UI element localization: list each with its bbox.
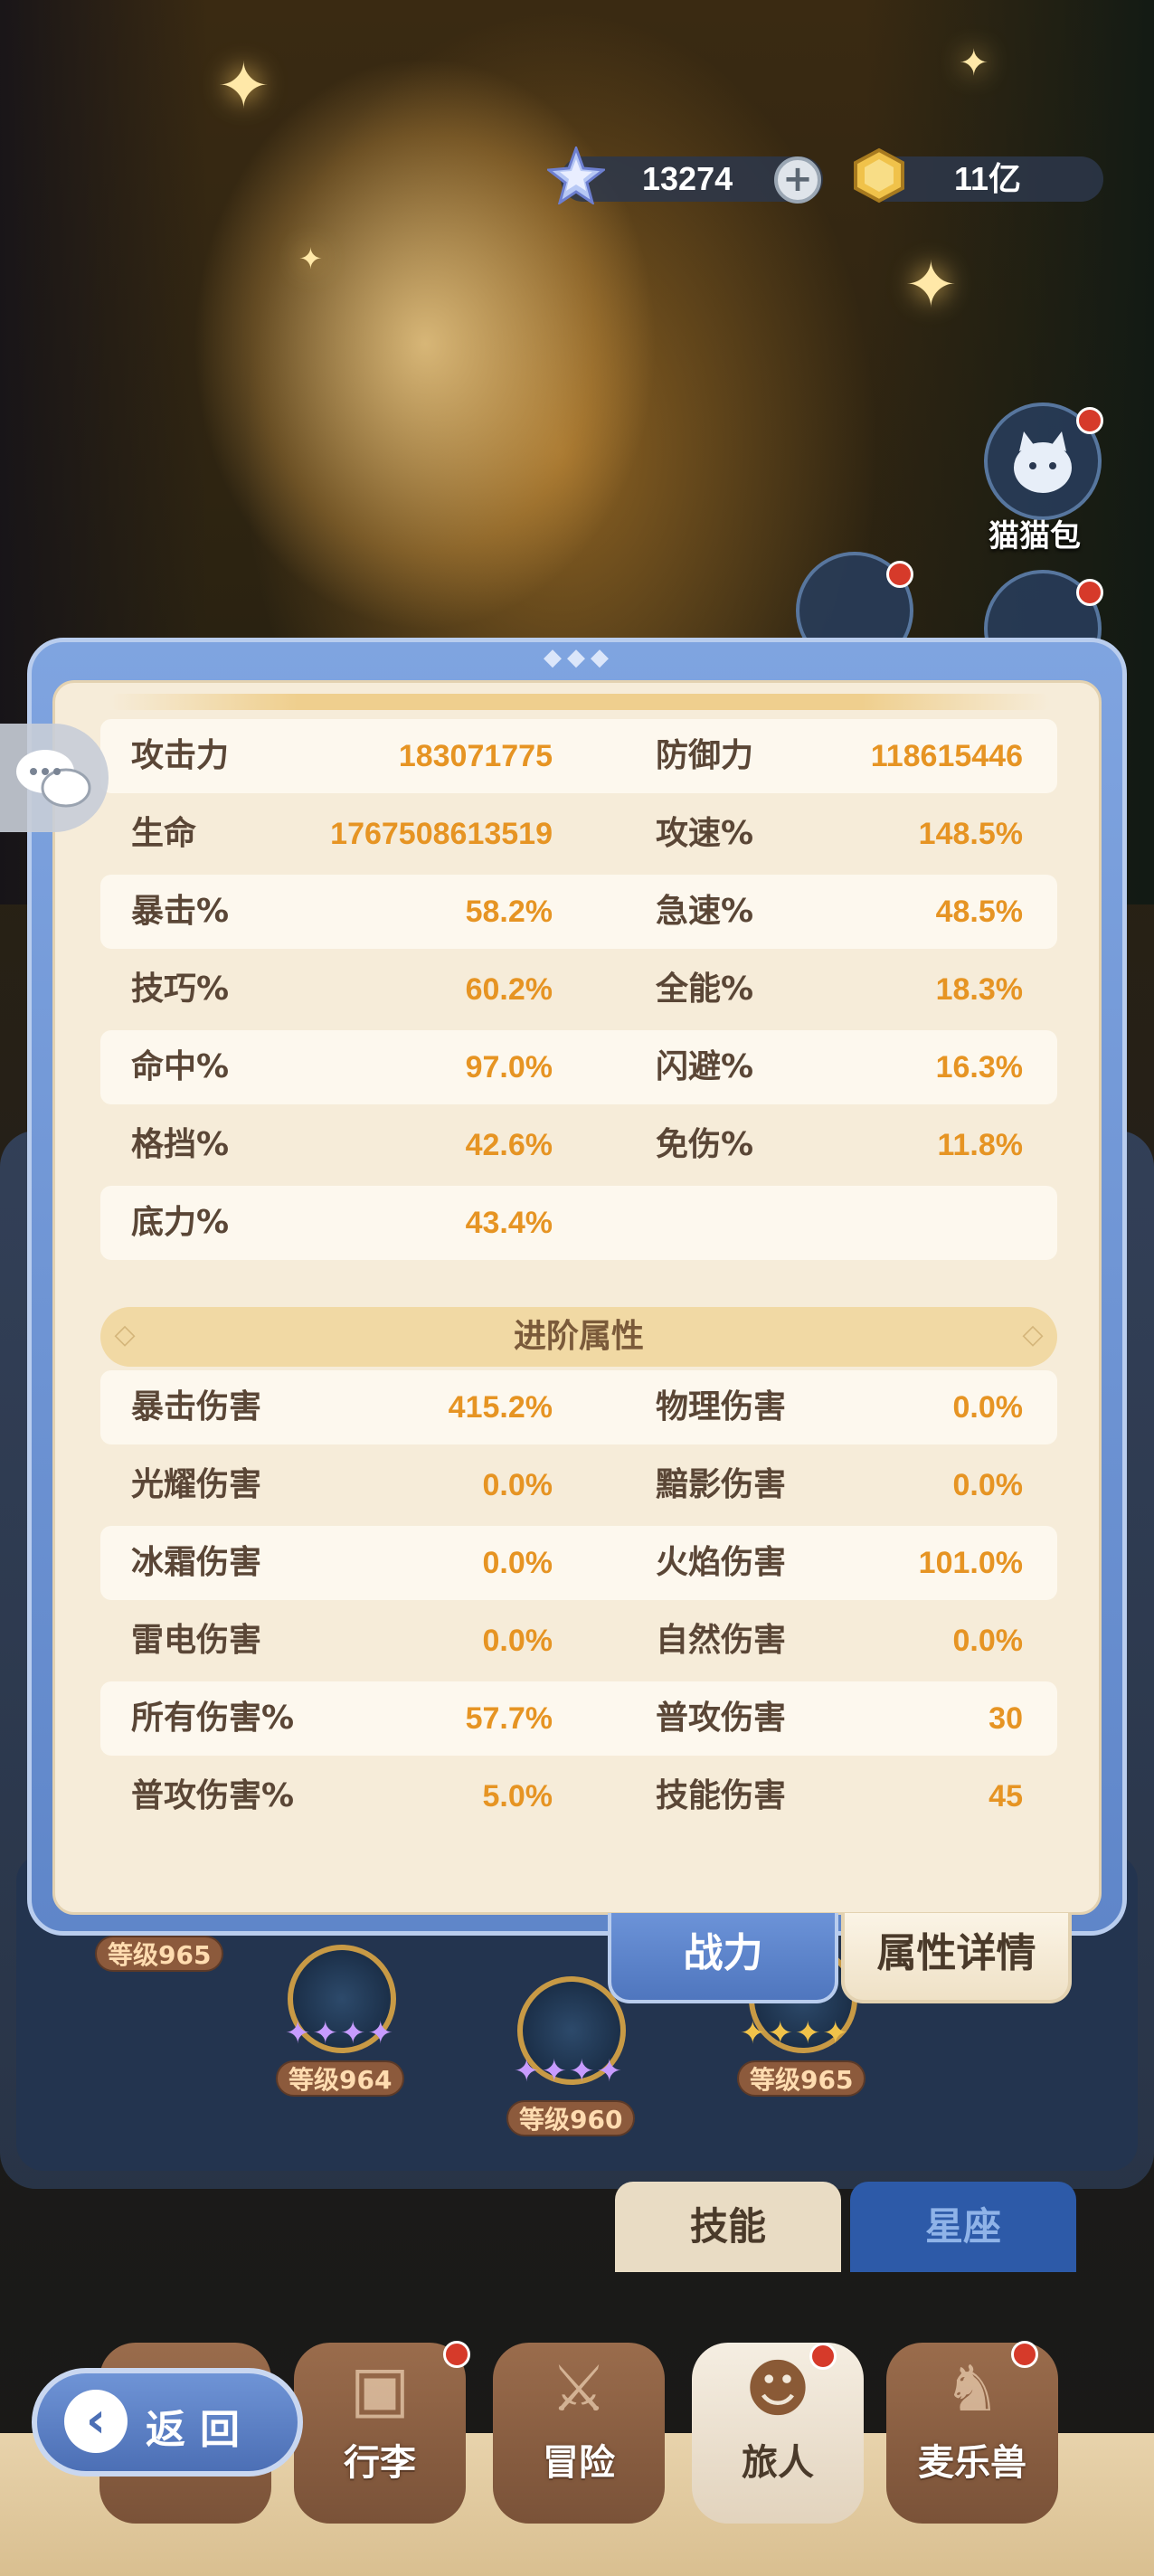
attribute-value: 60.2% bbox=[465, 972, 553, 1007]
attribute-name: 雷电伤害 bbox=[131, 1622, 262, 1659]
tab-constellation[interactable]: 星座 bbox=[850, 2182, 1076, 2272]
swords-icon: ⚔ bbox=[550, 2352, 608, 2426]
attribute-value: 1767508613519 bbox=[330, 817, 553, 851]
add-gems-button[interactable]: + bbox=[774, 156, 821, 204]
attribute-row: 命中% 97.0% 闪避% 16.3% bbox=[100, 1030, 1057, 1104]
attribute-value: 58.2% bbox=[465, 895, 553, 929]
advanced-section-title: 进阶属性 bbox=[513, 1318, 644, 1355]
attribute-value: 57.7% bbox=[465, 1701, 553, 1736]
rank-stars: ✦✦✦✦ bbox=[285, 2015, 395, 2051]
attribute-row: 底力% 43.4% bbox=[100, 1186, 1057, 1260]
sparkle-decoration: ✦ bbox=[904, 248, 958, 322]
sparkle-decoration: ✦ bbox=[217, 49, 270, 123]
attribute-row: 攻击力 183071775 防御力 118615446 bbox=[100, 719, 1057, 793]
rank-stars: ✦✦✦✦ bbox=[740, 2015, 850, 2051]
level-badge: 等级960 bbox=[506, 2100, 636, 2136]
attribute-value: 42.6% bbox=[465, 1128, 553, 1162]
attribute-value: 148.5% bbox=[918, 817, 1023, 851]
attribute-name: 生命 bbox=[131, 815, 197, 852]
attribute-row: 暴击% 58.2% 急速% 48.5% bbox=[100, 875, 1057, 949]
attribute-value: 0.0% bbox=[952, 1390, 1024, 1425]
attribute-list[interactable]: 攻击力 183071775 防御力 118615446 生命 1767508613519 攻… bbox=[52, 680, 1102, 1915]
sparkle-decoration: ✦ bbox=[959, 43, 989, 84]
attribute-row: 格挡% 42.6% 免伤% 11.8% bbox=[100, 1108, 1057, 1182]
traveler-icon: ☻ bbox=[744, 2352, 811, 2426]
attribute-value: 0.0% bbox=[482, 1468, 553, 1502]
attribute-row: 光耀伤害 0.0% 黯影伤害 0.0% bbox=[100, 1448, 1057, 1522]
attribute-value: 30 bbox=[988, 1701, 1023, 1736]
attribute-value: 183071775 bbox=[398, 739, 553, 773]
gem-amount: 13274 bbox=[642, 160, 733, 197]
attribute-row: 普攻伤害% 5.0% 技能伤害 45 bbox=[100, 1759, 1057, 1833]
gold-coin-icon bbox=[854, 147, 904, 204]
attribute-name: 命中% bbox=[131, 1048, 230, 1085]
tab-skill[interactable]: 技能 bbox=[615, 2182, 841, 2272]
attribute-name: 技巧% bbox=[131, 971, 230, 1008]
attribute-value: 45 bbox=[988, 1779, 1023, 1814]
tab-attribute-details[interactable]: 属性详情 bbox=[841, 1913, 1072, 2003]
attribute-value: 18.3% bbox=[935, 972, 1023, 1007]
advanced-section-header: ◇ 进阶属性 ◇ bbox=[100, 1307, 1057, 1367]
level-badge: 等级965 bbox=[737, 2060, 866, 2097]
nav-adventure-label: 冒险 bbox=[543, 2442, 615, 2484]
nav-traveler-label: 旅人 bbox=[742, 2442, 814, 2484]
chest-icon: ▣ bbox=[349, 2352, 411, 2426]
nav-beast-label: 麦乐兽 bbox=[918, 2442, 1026, 2484]
attribute-value: 0.0% bbox=[952, 1468, 1024, 1502]
attribute-value: 43.4% bbox=[465, 1206, 553, 1240]
chat-bubble-icon bbox=[16, 750, 91, 808]
attribute-value: 415.2% bbox=[448, 1390, 553, 1425]
back-button[interactable]: ‹ 返回 bbox=[32, 2368, 303, 2477]
sparkle-decoration: ✦ bbox=[298, 242, 323, 276]
notification-dot bbox=[443, 2341, 470, 2368]
attribute-value: 0.0% bbox=[952, 1624, 1024, 1658]
attribute-row: 暴击伤害 415.2% 物理伤害 0.0% bbox=[100, 1370, 1057, 1444]
attribute-name: 底力% bbox=[131, 1204, 230, 1241]
back-label: 返回 bbox=[146, 2407, 254, 2453]
diamond-decoration: ◆◆◆ bbox=[544, 644, 614, 671]
attribute-row: 雷电伤害 0.0% 自然伤害 0.0% bbox=[100, 1604, 1057, 1678]
attribute-name: 光耀伤害 bbox=[131, 1466, 262, 1503]
attribute-name: 暴击% bbox=[131, 893, 230, 930]
attribute-value: 118615446 bbox=[870, 739, 1023, 773]
level-badge: 等级964 bbox=[276, 2060, 405, 2097]
back-arrow-icon: ‹ bbox=[64, 2390, 128, 2453]
attribute-value: 16.3% bbox=[935, 1050, 1023, 1084]
attribute-name: 攻击力 bbox=[131, 737, 230, 774]
attribute-name: 冰霜伤害 bbox=[131, 1544, 262, 1581]
attribute-value bbox=[733, 1186, 1023, 1260]
notification-dot bbox=[1076, 579, 1103, 606]
chat-button[interactable] bbox=[0, 724, 109, 832]
nav-luggage-label: 行李 bbox=[344, 2442, 416, 2484]
notification-dot bbox=[886, 561, 913, 588]
attribute-value: 0.0% bbox=[482, 1624, 553, 1658]
star-gem-icon bbox=[547, 147, 605, 204]
attribute-value: 101.0% bbox=[918, 1546, 1023, 1580]
attribute-row: 生命 1767508613519 攻速% 148.5% bbox=[100, 797, 1057, 871]
attribute-value: 48.5% bbox=[935, 895, 1023, 929]
cat-bag-label: 猫猫包 bbox=[988, 518, 1081, 554]
gold-amount: 11亿 bbox=[954, 160, 1022, 197]
notification-dot bbox=[1011, 2341, 1038, 2368]
attribute-row: 所有伤害% 57.7% 普攻伤害 30 bbox=[100, 1681, 1057, 1756]
attribute-name: 格挡% bbox=[131, 1126, 230, 1163]
notification-dot bbox=[809, 2343, 837, 2370]
attribute-row: 冰霜伤害 0.0% 火焰伤害 101.0% bbox=[100, 1526, 1057, 1600]
attribute-value: 5.0% bbox=[482, 1779, 553, 1814]
tab-power[interactable]: 战力 bbox=[608, 1913, 838, 2003]
rank-stars: ✦✦✦✦ bbox=[514, 2053, 624, 2089]
attribute-value: 0.0% bbox=[482, 1546, 553, 1580]
attribute-value: 11.8% bbox=[937, 1128, 1023, 1162]
attribute-name: 暴击伤害 bbox=[131, 1388, 262, 1425]
attribute-value: 97.0% bbox=[465, 1050, 553, 1084]
attribute-row: 技巧% 60.2% 全能% 18.3% bbox=[100, 952, 1057, 1027]
notification-dot bbox=[1076, 407, 1103, 434]
level-badge: 等级965 bbox=[95, 1936, 224, 1972]
